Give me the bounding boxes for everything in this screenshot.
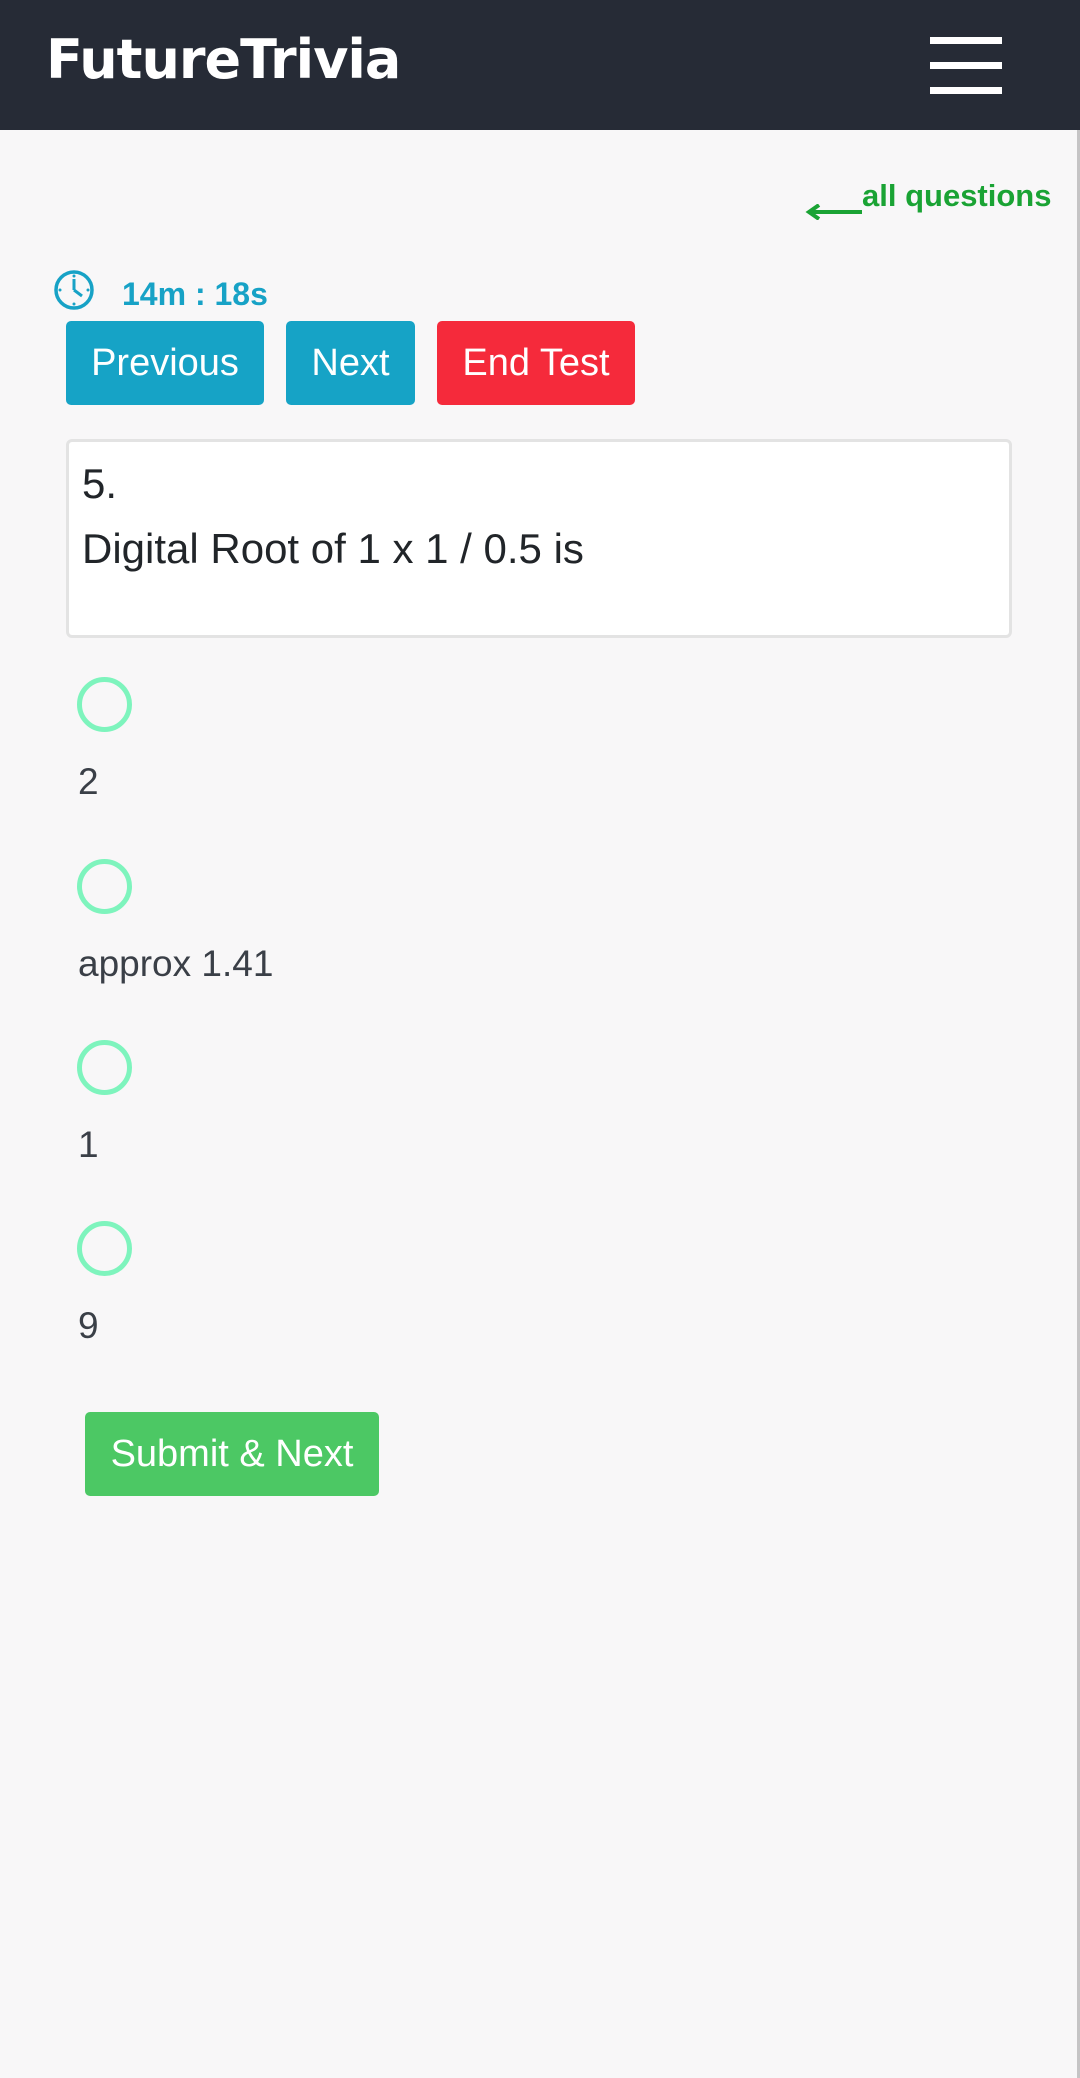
previous-button[interactable]: Previous — [66, 321, 264, 405]
submit-next-button[interactable]: Submit & Next — [85, 1412, 379, 1496]
brand-logo[interactable]: FutureTrivia — [46, 28, 401, 92]
option-radio[interactable] — [77, 1221, 132, 1276]
all-questions-label: all questions — [862, 178, 1052, 213]
clock-icon — [54, 270, 94, 310]
answer-option[interactable]: approx 1.41 — [76, 859, 476, 999]
option-label: approx 1.41 — [78, 943, 274, 984]
end-test-button[interactable]: End Test — [437, 321, 635, 405]
next-button[interactable]: Next — [286, 321, 415, 405]
question-text: Digital Root of 1 x 1 / 0.5 is — [82, 525, 584, 572]
option-label: 2 — [78, 761, 99, 802]
hamburger-bar — [930, 87, 1002, 94]
answer-option[interactable]: 9 — [76, 1221, 476, 1361]
hamburger-bar — [930, 62, 1002, 69]
option-radio[interactable] — [77, 859, 132, 914]
option-label: 9 — [78, 1305, 99, 1346]
option-radio[interactable] — [77, 1040, 132, 1095]
option-label: 1 — [78, 1124, 99, 1165]
hamburger-menu-icon[interactable] — [930, 33, 1002, 99]
hamburger-bar — [930, 37, 1002, 44]
top-navbar: FutureTrivia — [0, 0, 1080, 130]
all-questions-link[interactable]: all questions — [805, 176, 1065, 236]
arrow-left-icon — [805, 204, 862, 220]
question-card: 5. Digital Root of 1 x 1 / 0.5 is — [66, 439, 1012, 638]
answer-option[interactable]: 2 — [76, 677, 476, 817]
option-radio[interactable] — [77, 677, 132, 732]
question-number: 5. — [82, 460, 118, 507]
answer-option[interactable]: 1 — [76, 1040, 476, 1180]
timer-value: 14m : 18s — [122, 276, 268, 312]
